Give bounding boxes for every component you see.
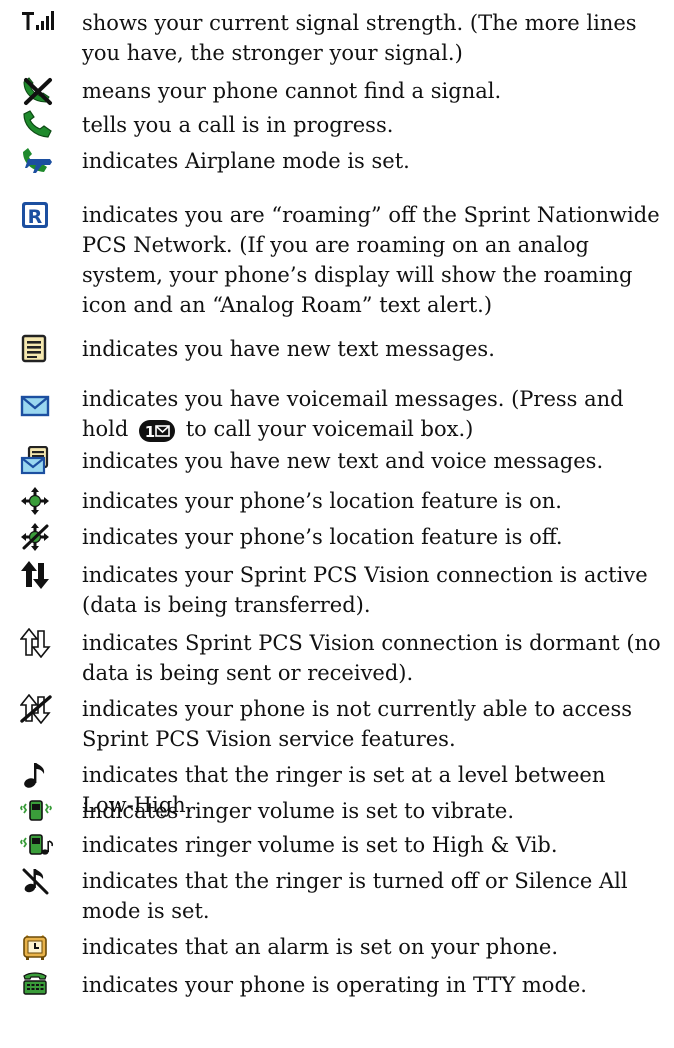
high-and-vib-icon [20,830,54,862]
entry-text: indicates you have new text and voice me… [82,449,604,473]
text-message-icon [20,334,54,366]
roaming-icon: R [20,200,54,232]
entry-text: indicates Airplane mode is set. [82,149,410,173]
entry-text: indicates you have voicemail messages. (… [82,384,662,444]
entry-text: indicates you are “roaming” off the Spri… [82,203,660,317]
alarm-icon [20,932,54,964]
voicemail-icon [20,394,54,426]
entry-text: indicates you have new text messages. [82,337,495,361]
vision-dormant-icon [20,628,54,660]
vision-unavailable-icon [20,694,54,726]
text-and-voice-icon [20,446,54,478]
airplane-mode-icon [20,146,54,178]
entry-text: indicates your phone is not currently ab… [82,697,633,751]
entry-text: indicates that the ringer is turned off … [82,869,628,923]
key-label: 1 [145,423,155,441]
voicemail-key: 1 [139,419,176,442]
entry-text: means your phone cannot find a signal. [82,79,502,103]
entry-text: indicates ringer volume is set to High &… [82,833,558,857]
entry-text: indicates your phone is operating in TTY… [82,973,587,997]
entry-text: indicates your Sprint PCS Vision connect… [82,563,648,617]
ringer-off-icon [20,866,54,898]
tty-icon [20,970,54,1002]
signal-strength-icon [20,8,54,40]
vision-active-icon [20,560,54,592]
entry-text: indicates that an alarm is set on your p… [82,935,559,959]
ringer-level-icon [20,760,54,792]
entry-text: indicates Sprint PCS Vision connection i… [82,631,661,685]
location-on-icon [20,486,54,518]
entry-text: indicates your phone’s location feature … [82,525,563,549]
svg-text:R: R [28,206,43,228]
entry-text: shows your current signal strength. (The… [82,11,637,65]
entry-text-after: to call your voicemail box.) [185,417,474,441]
vibrate-icon [20,796,54,828]
entry-text: indicates ringer volume is set to vibrat… [82,799,514,823]
no-signal-icon [20,76,54,108]
entry-text: tells you a call is in progress. [82,113,394,137]
entry-text: indicates your phone’s location feature … [82,489,562,513]
call-in-progress-icon [20,110,54,142]
location-off-icon [20,522,54,554]
